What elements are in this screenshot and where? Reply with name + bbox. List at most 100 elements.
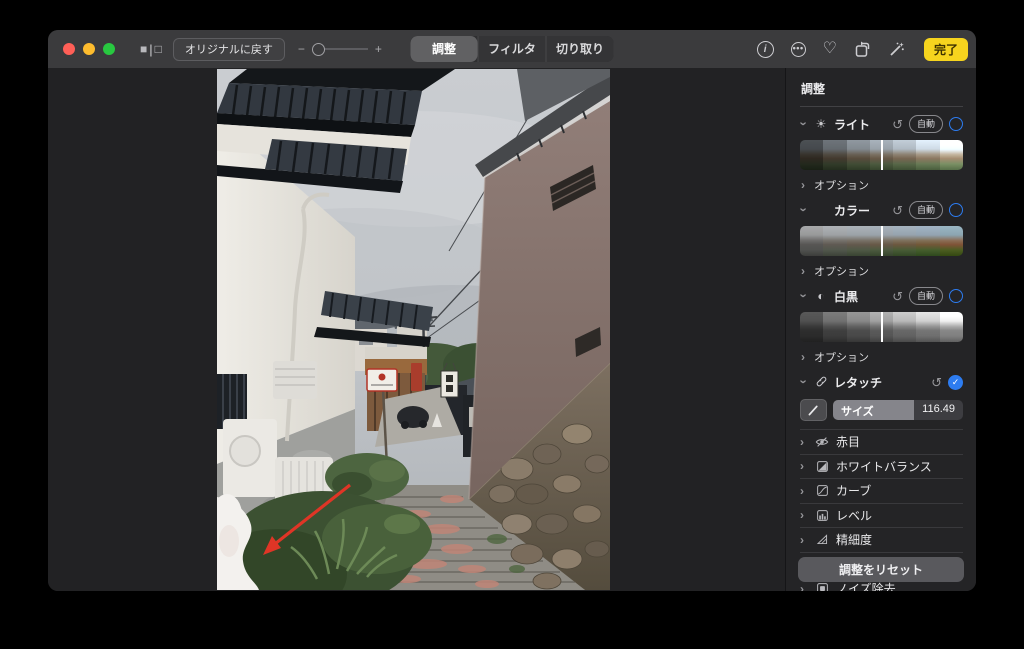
- reset-adjustments-button[interactable]: 調整をリセット: [798, 557, 964, 582]
- divider: [800, 106, 963, 107]
- color-undo-icon[interactable]: ↺: [892, 204, 903, 217]
- chevron-down-icon[interactable]: ›: [797, 293, 812, 301]
- section-red-eye[interactable]: › 赤目: [800, 429, 963, 454]
- chevron-right-icon: ›: [801, 178, 808, 192]
- photo-image: [217, 69, 610, 590]
- chevron-right-icon: ›: [800, 508, 808, 522]
- zoom-in-icon[interactable]: +: [375, 42, 382, 56]
- chevron-right-icon: ›: [800, 435, 808, 449]
- retouch-section-header: › レタッチ ↺ ✓: [800, 371, 963, 393]
- color-auto-button[interactable]: 自動: [909, 201, 943, 219]
- tab-adjust[interactable]: 調整: [411, 36, 478, 62]
- bw-enable-toggle[interactable]: [949, 289, 963, 303]
- minimize-window-button[interactable]: [83, 43, 95, 55]
- zoom-to-fit-toggle[interactable]: ■ | □: [140, 42, 162, 57]
- edit-canvas: [48, 68, 785, 591]
- color-thumbnail-strip[interactable]: [800, 226, 963, 256]
- red-eye-icon: [815, 435, 829, 449]
- strip-marker: [881, 226, 883, 256]
- titlebar: ■ | □ オリジナルに戻す − + 調整 フィルタ 切り取り i ••• ♡: [48, 30, 976, 68]
- options-label: オプション: [814, 349, 869, 365]
- bw-auto-button[interactable]: 自動: [909, 287, 943, 305]
- light-undo-icon[interactable]: ↺: [892, 118, 903, 131]
- favorite-icon[interactable]: ♡: [823, 41, 837, 57]
- levels-icon: [815, 508, 829, 522]
- bw-thumbnail-strip[interactable]: [800, 312, 963, 342]
- noise-reduction-icon: [815, 582, 829, 591]
- more-icon[interactable]: •••: [791, 42, 806, 57]
- retouch-brush-button[interactable]: [800, 399, 827, 421]
- color-options-toggle[interactable]: › オプション: [801, 263, 963, 279]
- section-label: 赤目: [836, 433, 860, 450]
- light-section-header: › ☀ ライト ↺ 自動: [800, 113, 963, 135]
- section-levels[interactable]: › レベル: [800, 503, 963, 528]
- chevron-down-icon[interactable]: ›: [797, 379, 812, 387]
- section-label: ホワイトバランス: [836, 458, 932, 475]
- photos-edit-window: ■ | □ オリジナルに戻す − + 調整 フィルタ 切り取り i ••• ♡: [48, 30, 976, 591]
- bw-undo-icon[interactable]: ↺: [892, 290, 903, 303]
- chevron-right-icon: ›: [800, 582, 808, 591]
- strip-marker: [881, 140, 883, 170]
- window-controls: [63, 43, 115, 55]
- divider-bar-icon: |: [149, 42, 152, 57]
- retouch-undo-icon[interactable]: ↺: [931, 376, 942, 389]
- revert-original-button[interactable]: オリジナルに戻す: [173, 38, 285, 61]
- light-options-toggle[interactable]: › オプション: [801, 177, 963, 193]
- rotate-icon[interactable]: [854, 41, 871, 58]
- bw-contrast-icon: ◐: [814, 290, 828, 302]
- zoom-slider-track[interactable]: [323, 48, 368, 50]
- zoom-slider-knob[interactable]: [312, 43, 325, 56]
- retouch-enabled-check[interactable]: ✓: [948, 375, 963, 390]
- bw-options-toggle[interactable]: › オプション: [801, 349, 963, 365]
- filled-square-icon: ■: [140, 42, 147, 56]
- retouch-section-label: レタッチ: [834, 374, 882, 391]
- chevron-right-icon: ›: [801, 264, 808, 278]
- brush-icon: [807, 404, 820, 417]
- size-label: サイズ: [841, 403, 874, 419]
- strip-marker: [881, 312, 883, 342]
- light-section-label: ライト: [834, 116, 870, 133]
- color-enable-toggle[interactable]: [949, 203, 963, 217]
- options-label: オプション: [814, 263, 869, 279]
- outline-square-icon: □: [155, 42, 162, 56]
- retouch-controls: サイズ 116.49: [800, 399, 963, 421]
- light-sun-icon: ☀: [814, 118, 828, 130]
- retouch-size-slider[interactable]: サイズ 116.49: [833, 400, 963, 420]
- white-balance-icon: [815, 459, 829, 473]
- chevron-down-icon[interactable]: ›: [797, 207, 812, 215]
- section-curves[interactable]: › カーブ: [800, 478, 963, 503]
- auto-enhance-wand-icon[interactable]: [888, 41, 905, 58]
- zoom-slider: − +: [298, 42, 382, 56]
- bw-section-header: › ◐ 白黒 ↺ 自動: [800, 285, 963, 307]
- edit-mode-tabs: 調整 フィルタ 切り取り: [411, 36, 614, 62]
- section-label: 精細度: [836, 531, 872, 548]
- light-thumbnail-strip[interactable]: [800, 140, 963, 170]
- chevron-right-icon: ›: [800, 459, 808, 473]
- fullscreen-window-button[interactable]: [103, 43, 115, 55]
- chevron-right-icon: ›: [800, 484, 808, 498]
- light-enable-toggle[interactable]: [949, 117, 963, 131]
- definition-icon: [815, 533, 829, 547]
- close-window-button[interactable]: [63, 43, 75, 55]
- photo[interactable]: [217, 69, 610, 590]
- section-label: レベル: [836, 507, 872, 524]
- chevron-right-icon: ›: [801, 350, 808, 364]
- bw-section-label: 白黒: [834, 288, 858, 305]
- sidebar-title: 調整: [801, 80, 963, 97]
- retouch-bandaid-icon: [814, 375, 828, 390]
- done-button[interactable]: 完了: [924, 38, 968, 61]
- tab-crop[interactable]: 切り取り: [546, 36, 614, 62]
- zoom-out-icon[interactable]: −: [298, 42, 305, 56]
- curves-icon: [815, 484, 829, 498]
- tab-filters[interactable]: フィルタ: [478, 36, 546, 62]
- options-label: オプション: [814, 177, 869, 193]
- color-section-label: カラー: [834, 202, 870, 219]
- section-definition[interactable]: › 精細度: [800, 527, 963, 552]
- chevron-down-icon[interactable]: ›: [797, 121, 812, 129]
- info-icon[interactable]: i: [757, 41, 774, 58]
- chevron-right-icon: ›: [800, 533, 808, 547]
- section-white-balance[interactable]: › ホワイトバランス: [800, 454, 963, 479]
- color-section-header: › カラー ↺ 自動: [800, 199, 963, 221]
- light-auto-button[interactable]: 自動: [909, 115, 943, 133]
- section-label: カーブ: [836, 482, 871, 499]
